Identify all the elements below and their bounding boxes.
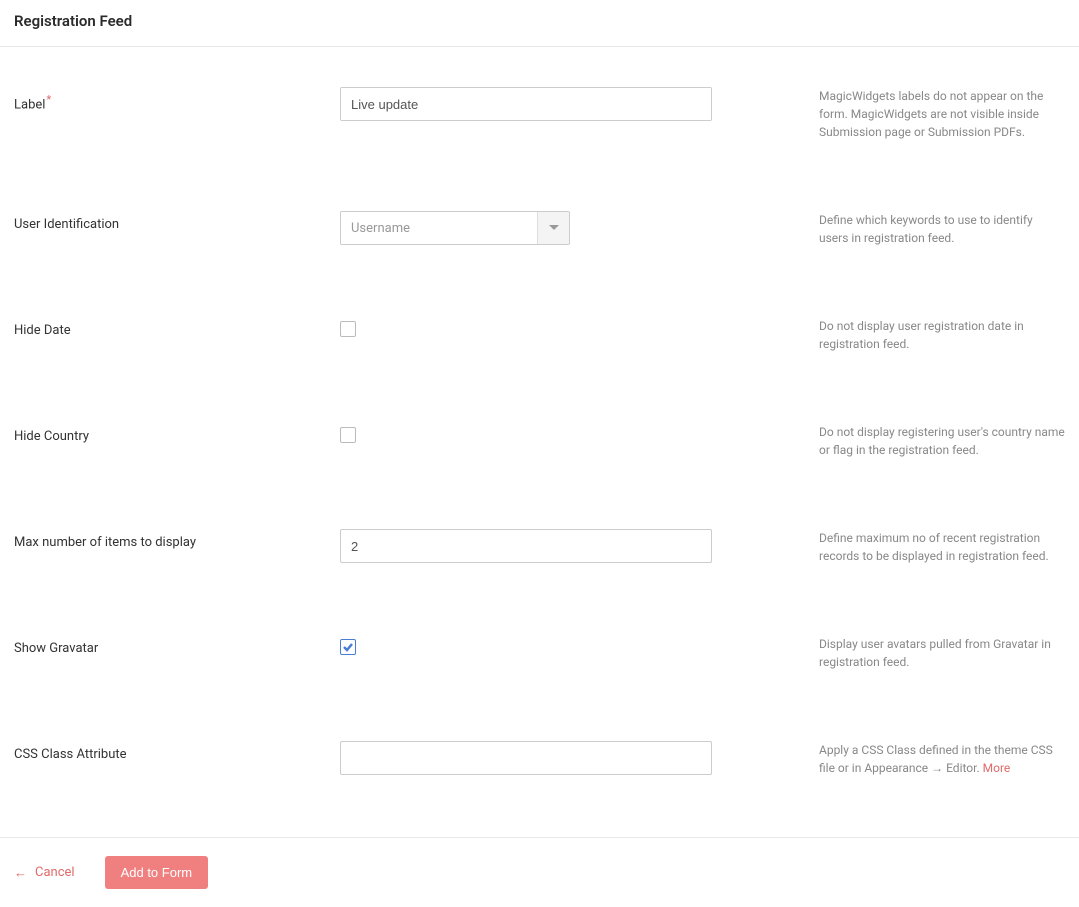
field-help: Do not display user registration date in… — [805, 317, 1065, 353]
field-row-label: Label* MagicWidgets labels do not appear… — [14, 87, 1065, 141]
field-control — [340, 741, 805, 775]
field-help: Do not display registering user's countr… — [805, 423, 1065, 459]
field-row-hide-country: Hide Country Do not display registering … — [14, 423, 1065, 459]
max-items-input[interactable] — [340, 529, 712, 563]
select-value: Username — [341, 221, 537, 236]
field-label: Label* — [14, 87, 340, 112]
field-help: Apply a CSS Class defined in the theme C… — [805, 741, 1065, 777]
field-label: Hide Country — [14, 423, 340, 444]
form-body: Label* MagicWidgets labels do not appear… — [0, 47, 1079, 838]
field-row-gravatar: Show Gravatar Display user avatars pulle… — [14, 635, 1065, 671]
field-row-hide-date: Hide Date Do not display user registrati… — [14, 317, 1065, 353]
field-label: Hide Date — [14, 317, 340, 338]
field-help: Define maximum no of recent registration… — [805, 529, 1065, 565]
cancel-label: Cancel — [35, 865, 75, 880]
hide-country-checkbox[interactable] — [340, 427, 356, 443]
gravatar-checkbox[interactable] — [340, 639, 356, 655]
field-label: CSS Class Attribute — [14, 741, 340, 762]
arrow-left-icon: ← — [14, 865, 27, 881]
label-input[interactable] — [340, 87, 712, 121]
field-row-max-items: Max number of items to display Define ma… — [14, 529, 1065, 565]
label-text: Label — [14, 97, 45, 112]
chevron-down-icon — [537, 212, 569, 244]
field-control: Username — [340, 211, 805, 245]
user-id-select[interactable]: Username — [340, 211, 570, 245]
field-help: MagicWidgets labels do not appear on the… — [805, 87, 1065, 141]
field-help: Display user avatars pulled from Gravata… — [805, 635, 1065, 671]
field-label: User Identification — [14, 211, 340, 232]
panel-header: Registration Feed — [0, 0, 1079, 47]
cancel-button[interactable]: ← Cancel — [14, 865, 75, 881]
field-control — [340, 317, 805, 341]
add-to-form-button[interactable]: Add to Form — [105, 856, 209, 889]
field-control — [340, 529, 805, 563]
field-label: Show Gravatar — [14, 635, 340, 656]
field-row-css-class: CSS Class Attribute Apply a CSS Class de… — [14, 741, 1065, 777]
required-mark: * — [46, 93, 51, 106]
field-control — [340, 423, 805, 447]
panel-footer: ← Cancel Add to Form — [0, 838, 1079, 907]
page-title: Registration Feed — [14, 12, 1065, 30]
field-row-user-id: User Identification Username Define whic… — [14, 211, 1065, 247]
field-control — [340, 87, 805, 121]
field-label: Max number of items to display — [14, 529, 340, 550]
css-class-input[interactable] — [340, 741, 712, 775]
hide-date-checkbox[interactable] — [340, 321, 356, 337]
help-text: Apply a CSS Class defined in the theme C… — [819, 743, 1053, 775]
more-link[interactable]: More — [983, 761, 1011, 775]
field-help: Define which keywords to use to identify… — [805, 211, 1065, 247]
field-control — [340, 635, 805, 657]
